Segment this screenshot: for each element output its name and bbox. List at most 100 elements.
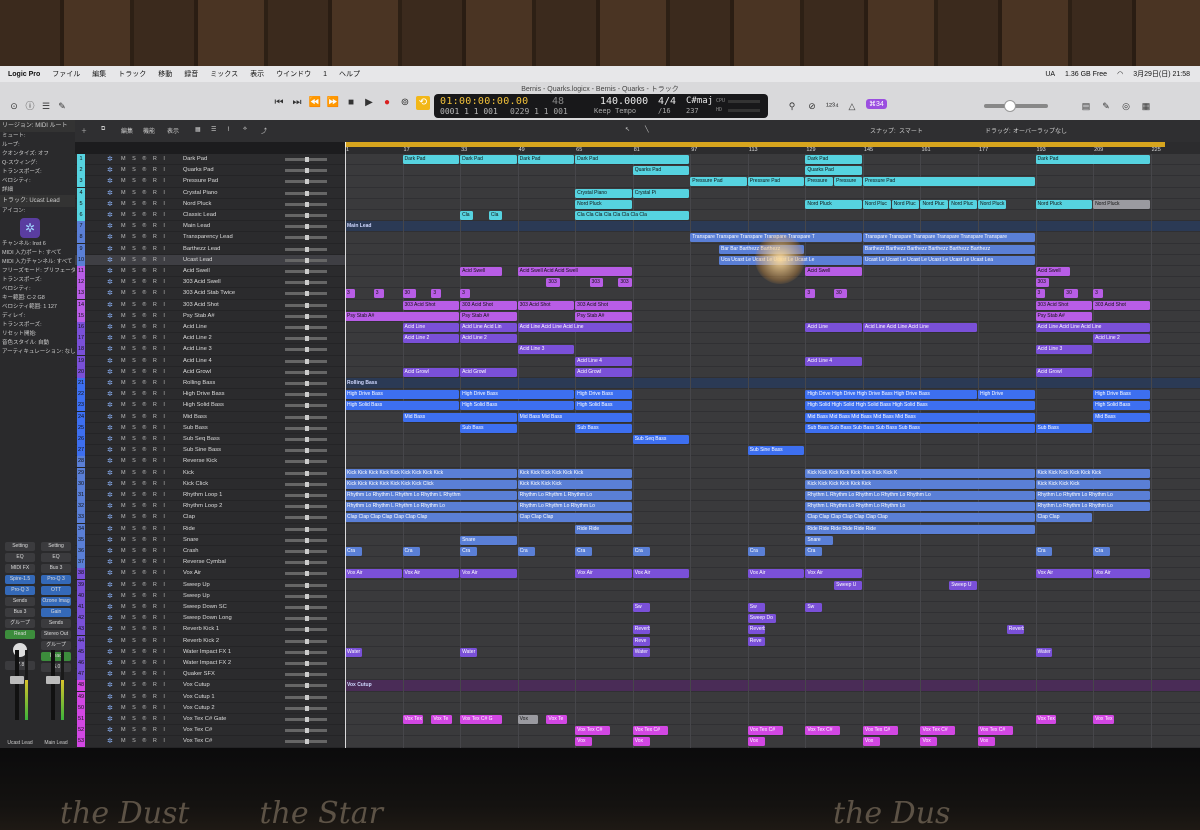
menu-mix[interactable]: ミックス <box>210 69 238 79</box>
region[interactable]: Rhythm Lo Rhythm Lo Rhythm Lo <box>1035 502 1150 512</box>
mute-solo-buttons[interactable]: M S ® R I <box>121 557 167 568</box>
track-volume-slider[interactable] <box>285 739 327 745</box>
region[interactable]: Cra <box>1093 547 1111 556</box>
region[interactable]: Acid Line 3 <box>517 345 575 355</box>
track-volume-slider[interactable] <box>285 560 327 566</box>
mute-solo-buttons[interactable]: M S ® R I <box>121 367 167 378</box>
region[interactable]: Reve <box>747 636 765 646</box>
plugin-slot[interactable]: OTT <box>41 586 71 595</box>
output-slot[interactable]: Stereo Out <box>41 630 71 639</box>
mute-solo-buttons[interactable]: M S ® R I <box>121 400 167 411</box>
region[interactable]: Acid Swell <box>805 267 862 276</box>
track-volume-thumb[interactable] <box>305 616 309 622</box>
track-volume-thumb[interactable] <box>305 717 309 722</box>
playhead[interactable] <box>345 142 346 750</box>
region[interactable]: Acid Line 3 <box>1035 345 1093 355</box>
track-row[interactable]: 5 ✲ M S ® R I Nord Pluck <box>75 198 345 210</box>
track-row[interactable]: 3 ✲ M S ® R I Pressure Pad <box>75 176 345 188</box>
region[interactable]: 303 Acid Shot <box>1093 300 1150 310</box>
region[interactable]: Vox Air <box>1093 569 1150 579</box>
region[interactable]: Reverb <box>747 625 765 635</box>
region[interactable]: 30 <box>402 289 416 299</box>
track-volume-thumb[interactable] <box>305 414 309 420</box>
inspector-velocity[interactable]: ベロシティ: <box>0 177 75 186</box>
master-volume-knob[interactable] <box>1004 100 1016 112</box>
mute-solo-buttons[interactable]: M S ® R I <box>121 736 167 747</box>
mute-solo-buttons[interactable]: M S ® R I <box>121 423 167 434</box>
track-row[interactable]: 49 ✲ M S ® R I Vox Cutup 1 <box>75 691 345 703</box>
play-from-icon[interactable]: ⏭ <box>290 96 304 110</box>
track-lane[interactable] <box>345 580 1200 591</box>
setting-button[interactable]: Setting <box>41 542 71 551</box>
region[interactable]: High Solid Bass <box>345 401 460 411</box>
track-volume-slider[interactable] <box>285 593 327 599</box>
track-volume-slider[interactable] <box>285 224 327 230</box>
group-slot[interactable]: グループ <box>41 641 71 650</box>
track-volume-thumb[interactable] <box>305 705 309 711</box>
region[interactable]: Vox Air <box>402 569 460 579</box>
track-row[interactable]: 25 ✲ M S ® R I Sub Bass <box>75 422 345 434</box>
record-icon[interactable]: ● <box>380 96 394 110</box>
track-row[interactable]: 18 ✲ M S ® R I Acid Line 3 <box>75 344 345 356</box>
track-volume-slider[interactable] <box>285 235 327 241</box>
region[interactable]: 303 Acid Shot <box>575 300 632 310</box>
region[interactable]: Kick Kick Kick Kick <box>1035 479 1150 489</box>
mute-solo-buttons[interactable]: M S ® R I <box>121 244 167 255</box>
track-volume-thumb[interactable] <box>305 661 309 666</box>
mute-solo-buttons[interactable]: M S ® R I <box>121 356 167 367</box>
region[interactable]: Mid Bass <box>1093 412 1150 422</box>
region[interactable]: Nord Pluc <box>891 199 920 209</box>
region[interactable]: Transpare Transpare Transpare Transpare … <box>862 233 1035 243</box>
region[interactable]: 3 <box>345 289 355 299</box>
track-row[interactable]: 15 ✲ M S ® R I Psy Stab A# <box>75 310 345 322</box>
track-lane[interactable] <box>345 680 1200 692</box>
track-row[interactable]: 24 ✲ M S ® R I Mid Bass <box>75 411 345 423</box>
flex-icon[interactable]: ⟡ <box>243 126 247 133</box>
region[interactable]: 303 Acid Shot <box>1035 300 1093 310</box>
mute-solo-buttons[interactable]: M S ® R I <box>121 624 167 635</box>
prop-8[interactable]: ディレイ: <box>0 312 75 321</box>
track-volume-slider[interactable] <box>285 661 327 666</box>
region[interactable]: Kick Kick Kick Kick Kick Kick <box>517 468 632 478</box>
region[interactable]: 303 <box>618 278 632 288</box>
track-volume-thumb[interactable] <box>305 280 309 286</box>
track-volume-thumb[interactable] <box>305 571 309 577</box>
region[interactable]: Sw <box>805 603 823 612</box>
region[interactable]: Mid Bass Mid Bass <box>517 412 632 422</box>
track-volume-thumb[interactable] <box>305 437 309 442</box>
region[interactable]: High Drive High Drive High Drive Bass Hi… <box>805 390 977 400</box>
region[interactable]: Vox Air <box>632 569 690 579</box>
region[interactable]: Acid Line 4 <box>805 356 862 366</box>
region[interactable]: Sw <box>632 603 650 612</box>
track-volume-slider[interactable] <box>285 313 327 319</box>
region[interactable]: Acid Line Acid Lin <box>460 323 517 332</box>
track-volume-slider[interactable] <box>285 347 327 353</box>
track-volume-slider[interactable] <box>285 269 327 274</box>
mute-solo-buttons[interactable]: M S ® R I <box>121 232 167 243</box>
region[interactable]: 303 <box>1035 278 1049 288</box>
track-row[interactable]: 10 ✲ M S ® R I Ucast Lead <box>75 254 345 266</box>
track-volume-thumb[interactable] <box>305 213 309 218</box>
region[interactable]: Vox Tex <box>402 715 424 724</box>
grid-icon[interactable]: ▦ <box>195 126 201 133</box>
region[interactable]: Nord Pluc <box>862 199 891 209</box>
plugin-slot[interactable]: Gain <box>41 608 71 617</box>
output-slot[interactable]: Bus 3 <box>5 608 35 617</box>
region[interactable]: Acid Swell <box>1035 267 1071 276</box>
mute-solo-buttons[interactable]: M S ® R I <box>121 322 167 333</box>
region[interactable]: Sweep U <box>949 580 977 590</box>
track-row[interactable]: 51 ✲ M S ® R I Vox Tex C# Gate <box>75 714 345 726</box>
track-volume-slider[interactable] <box>285 369 327 375</box>
mute-solo-buttons[interactable]: M S ® R I <box>121 333 167 344</box>
menu-view[interactable]: 表示 <box>250 69 264 79</box>
track-volume-thumb[interactable] <box>305 605 309 610</box>
region[interactable]: Kick Kick Kick Kick Kick Kick <box>805 479 1035 489</box>
region[interactable]: 303 <box>546 278 560 288</box>
track-volume-slider[interactable] <box>285 537 327 543</box>
mute-solo-buttons[interactable]: M S ® R I <box>121 501 167 512</box>
region[interactable]: Kick Kick Kick Kick <box>517 479 632 489</box>
loops-icon[interactable]: ◎ <box>1120 100 1132 112</box>
region[interactable]: Ucast Le Ucast Le Ucast Le Ucast Le Ucas… <box>862 255 1035 265</box>
track-row[interactable]: 17 ✲ M S ® R I Acid Line 2 <box>75 333 345 345</box>
region[interactable]: Acid Line <box>402 323 460 332</box>
